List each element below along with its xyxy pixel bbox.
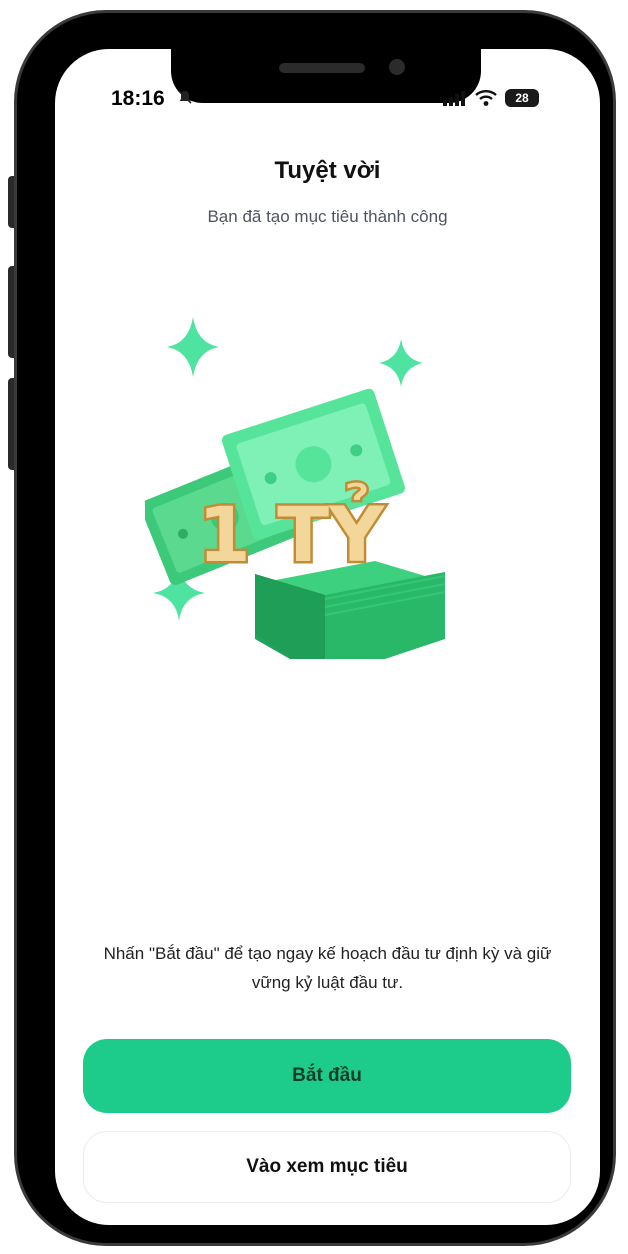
bell-slash-icon [178,90,192,104]
money-illustration: 1 TỶ [145,317,446,659]
signal-icon [443,91,465,106]
page-title: Tuyệt vời [274,157,381,184]
description-text: Nhấn "Bắt đầu" để tạo ngay kế hoạch đầu … [103,944,552,992]
speaker [279,63,365,73]
status-time: 18:16 [111,87,165,110]
battery-icon: 28 [505,89,539,107]
view-goal-button[interactable]: Vào xem mục tiêu [83,1131,571,1203]
phone-frame: 18:16 28 Tuyệt vời Bạn đã tạo mục tiêu t… [14,10,616,1246]
page-subtitle: Bạn đã tạo mục tiêu thành công [207,207,448,226]
sparkle-icon [379,339,423,387]
notch [171,49,481,103]
status-icons: 28 [441,89,539,107]
start-button[interactable]: Bắt đầu [83,1039,571,1113]
front-camera [389,59,405,75]
illustration-label: 1 TỶ [198,482,385,579]
wifi-icon [475,90,497,106]
app-screen: 18:16 28 Tuyệt vời Bạn đã tạo mục tiêu t… [55,49,600,1225]
sparkle-icon [167,317,219,377]
